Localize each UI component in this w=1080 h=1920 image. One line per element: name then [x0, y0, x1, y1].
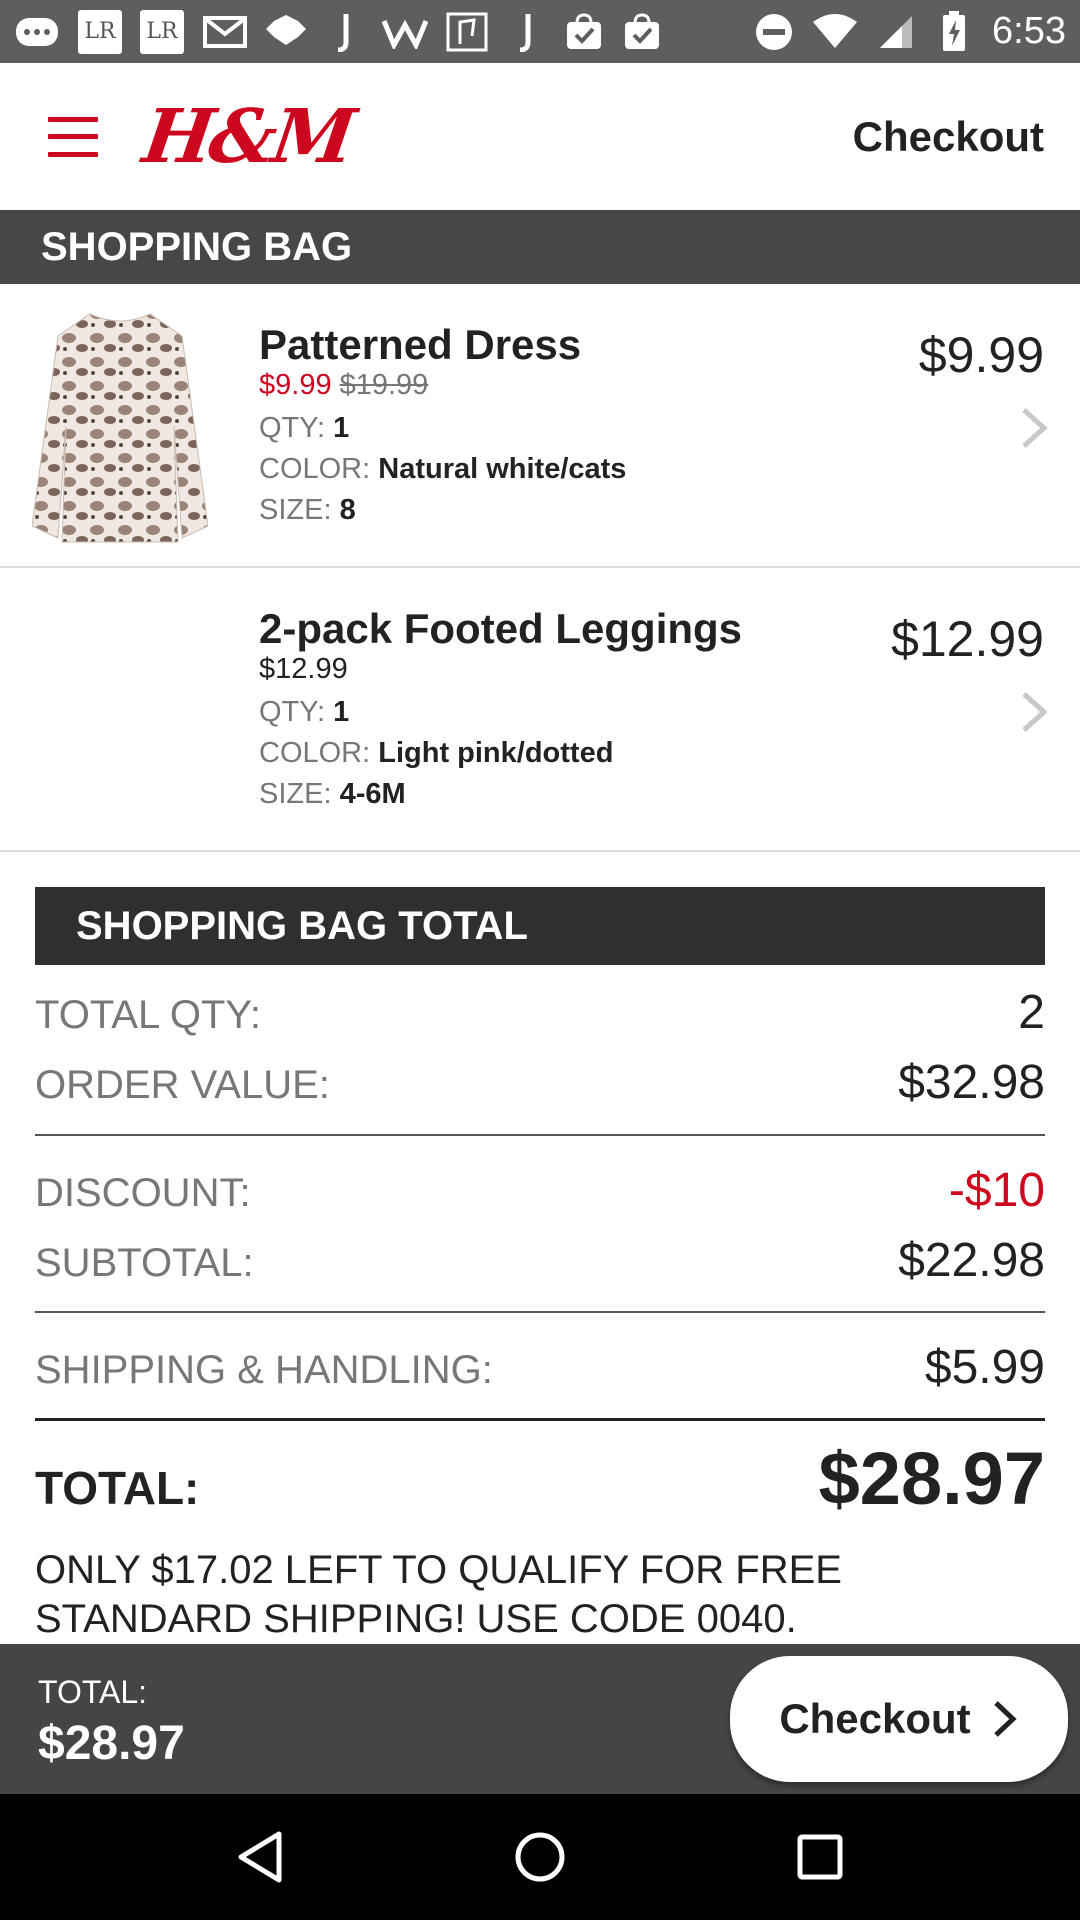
hm-logo[interactable]: H&M	[138, 94, 357, 180]
bottom-checkout-bar: TOTAL: $28.97 Checkout	[0, 1644, 1080, 1794]
system-nav-bar	[0, 1794, 1080, 1920]
chevron-right-icon[interactable]	[1018, 406, 1052, 450]
j-icon	[506, 12, 546, 52]
shopping-bag-check-icon	[622, 12, 662, 52]
item-line-price: $9.99	[918, 327, 1044, 383]
battery-charging-icon	[934, 10, 974, 52]
checkout-button-label: Checkout	[779, 1695, 971, 1742]
divider	[35, 1134, 1045, 1136]
divider	[35, 1418, 1045, 1421]
cart-item-footed-leggings[interactable]: 2-pack Footed Leggings $12.99 QTY: 1 COL…	[0, 568, 1080, 852]
free-shipping-promo: ONLY $17.02 LEFT TO QUALIFY FOR FREE STA…	[35, 1548, 842, 1641]
shopping-bag-check-icon	[564, 12, 604, 52]
back-icon[interactable]	[230, 1827, 290, 1887]
order-value: $32.98	[898, 1056, 1045, 1109]
status-bar: LR LR 6:53	[0, 0, 1080, 63]
w-icon	[382, 12, 428, 52]
bottom-total-label: TOTAL:	[38, 1674, 148, 1710]
discount-label: DISCOUNT:	[35, 1171, 251, 1215]
item-color: COLOR: Light pink/dotted	[259, 736, 614, 769]
total-qty-label: TOTAL QTY:	[35, 993, 261, 1037]
hamburger-menu-icon[interactable]	[48, 116, 98, 157]
do-not-disturb-icon	[754, 12, 794, 52]
product-image-leggings[interactable]	[32, 590, 208, 828]
wifi-icon	[812, 12, 858, 52]
total-row: TOTAL: $28.97	[35, 1436, 1045, 1521]
item-unit-price: $12.99	[259, 653, 348, 685]
dropbox-icon	[266, 12, 306, 52]
total-value: $28.97	[818, 1437, 1045, 1520]
subtotal-label: SUBTOTAL:	[35, 1241, 254, 1285]
chevron-right-icon	[993, 1701, 1017, 1737]
bottom-total-value: $28.97	[38, 1717, 185, 1770]
page-title: Checkout	[852, 112, 1044, 160]
shopping-bag-total-header: SHOPPING BAG TOTAL	[35, 887, 1045, 965]
original-price: $19.99	[339, 369, 429, 401]
item-size: SIZE: 8	[259, 493, 356, 526]
gmail-icon	[202, 12, 248, 52]
home-icon[interactable]	[510, 1827, 570, 1887]
shipping-row: SHIPPING & HANDLING: $5.99	[35, 1340, 1045, 1395]
order-value-row: ORDER VALUE: $32.98	[35, 1055, 1045, 1110]
total-label: TOTAL:	[35, 1462, 200, 1514]
item-color: COLOR: Natural white/cats	[259, 452, 627, 485]
item-qty: QTY: 1	[259, 411, 350, 444]
map-icon	[446, 12, 488, 52]
divider	[35, 1311, 1045, 1313]
order-value-label: ORDER VALUE:	[35, 1063, 330, 1107]
subtotal-row: SUBTOTAL: $22.98	[35, 1233, 1045, 1288]
clock: 6:53	[992, 10, 1066, 52]
shipping-value: $5.99	[924, 1341, 1045, 1394]
chat-bubble-icon	[14, 12, 60, 52]
total-qty-row: TOTAL QTY: 2	[35, 985, 1045, 1040]
app-header: H&M Checkout	[0, 63, 1080, 210]
lr-icon: LR	[140, 9, 184, 54]
discount-value: -$10	[948, 1164, 1045, 1217]
sale-price: $9.99	[259, 369, 332, 401]
lr-icon: LR	[78, 9, 122, 54]
shopping-bag-header: SHOPPING BAG	[0, 210, 1080, 284]
total-qty-value: 2	[1018, 986, 1045, 1039]
product-image-dress[interactable]	[31, 306, 209, 544]
item-name[interactable]: 2-pack Footed Leggings	[259, 608, 742, 650]
signal-icon	[876, 12, 916, 52]
j-icon	[324, 12, 364, 52]
discount-row: DISCOUNT: -$10	[35, 1163, 1045, 1218]
shipping-label: SHIPPING & HANDLING:	[35, 1348, 493, 1392]
chevron-right-icon[interactable]	[1018, 690, 1052, 734]
recents-icon[interactable]	[790, 1827, 850, 1887]
item-qty: QTY: 1	[259, 695, 350, 728]
item-name[interactable]: Patterned Dress	[259, 324, 626, 366]
cart-item-patterned-dress[interactable]: Patterned Dress $9.99 $19.99 QTY: 1 COLOR…	[0, 284, 1080, 568]
subtotal-value: $22.98	[898, 1234, 1045, 1287]
item-size: SIZE: 4-6M	[259, 777, 406, 810]
checkout-button[interactable]: Checkout	[730, 1656, 1068, 1782]
item-line-price: $12.99	[891, 611, 1044, 667]
